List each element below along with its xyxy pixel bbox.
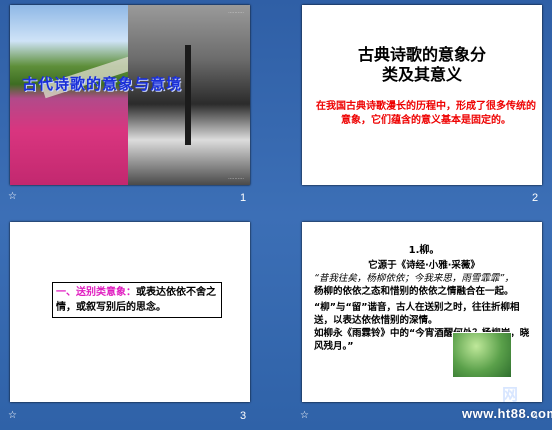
watermark-logo: 网 <box>502 385 519 404</box>
slide-1-title: 古代诗歌的意象与意境 <box>22 75 183 93</box>
slide-2-body: 在我国古典诗歌漫长的历程中，形成了很多传统的意象，它们蕴含的意义基本是固定的。 <box>316 101 536 126</box>
slide-thumbnail-2[interactable]: 古典诗歌的意象分 类及其意义 在我国古典诗歌漫长的历程中，形成了很多传统的意象，… <box>302 5 542 185</box>
tree-trunk <box>185 45 191 145</box>
source-line: 它源于《诗经·小雅·采薇》 <box>368 260 480 271</box>
text-box: 一、送别类意象：或表达依依不舍之情，或叙写别后的思念。 <box>52 282 222 318</box>
slide-number: 3 <box>240 410 247 422</box>
explanation-line: 杨柳的依依之态和惜别的依依之情融合在一起。 <box>314 286 514 297</box>
slide-thumbnail-1[interactable]: .......... 古代诗歌的意象与意境 .......... <box>10 5 250 185</box>
slide-transition-icon: ☆ <box>8 191 17 202</box>
slide-thumbnail-3[interactable]: 一、送别类意象：或表达依依不舍之情，或叙写别后的思念。 <box>10 222 250 402</box>
slide-2-title: 古典诗歌的意象分 类及其意义 <box>357 45 486 84</box>
slide-4-heading: 1.柳。 <box>408 245 440 256</box>
image-caption-bottom: .......... <box>228 175 244 181</box>
slide-number: 2 <box>532 192 539 204</box>
willow-image <box>452 332 512 378</box>
homophone-line: “柳”与“留”谐音，古人在送别之时，往往折柳相送，以表达依依惜别的深情。 <box>314 302 520 326</box>
watermark-url: www.ht88.com <box>462 406 552 421</box>
quote-line: “昔我往矣，杨柳依依；今我来思，雨雪霏霏”， <box>314 273 514 284</box>
flower-field-image <box>10 5 128 185</box>
category-label: 一、送别类意象： <box>56 287 136 298</box>
slide-transition-icon: ☆ <box>8 410 17 421</box>
slide-number: 1 <box>240 192 247 204</box>
slide-thumbnail-4[interactable]: 1.柳。 它源于《诗经·小雅·采薇》 “昔我往矣，杨柳依依；今我来思，雨雪霏霏”… <box>302 222 542 402</box>
slide-transition-icon: ☆ <box>300 410 309 421</box>
image-caption-top: .......... <box>228 9 244 15</box>
